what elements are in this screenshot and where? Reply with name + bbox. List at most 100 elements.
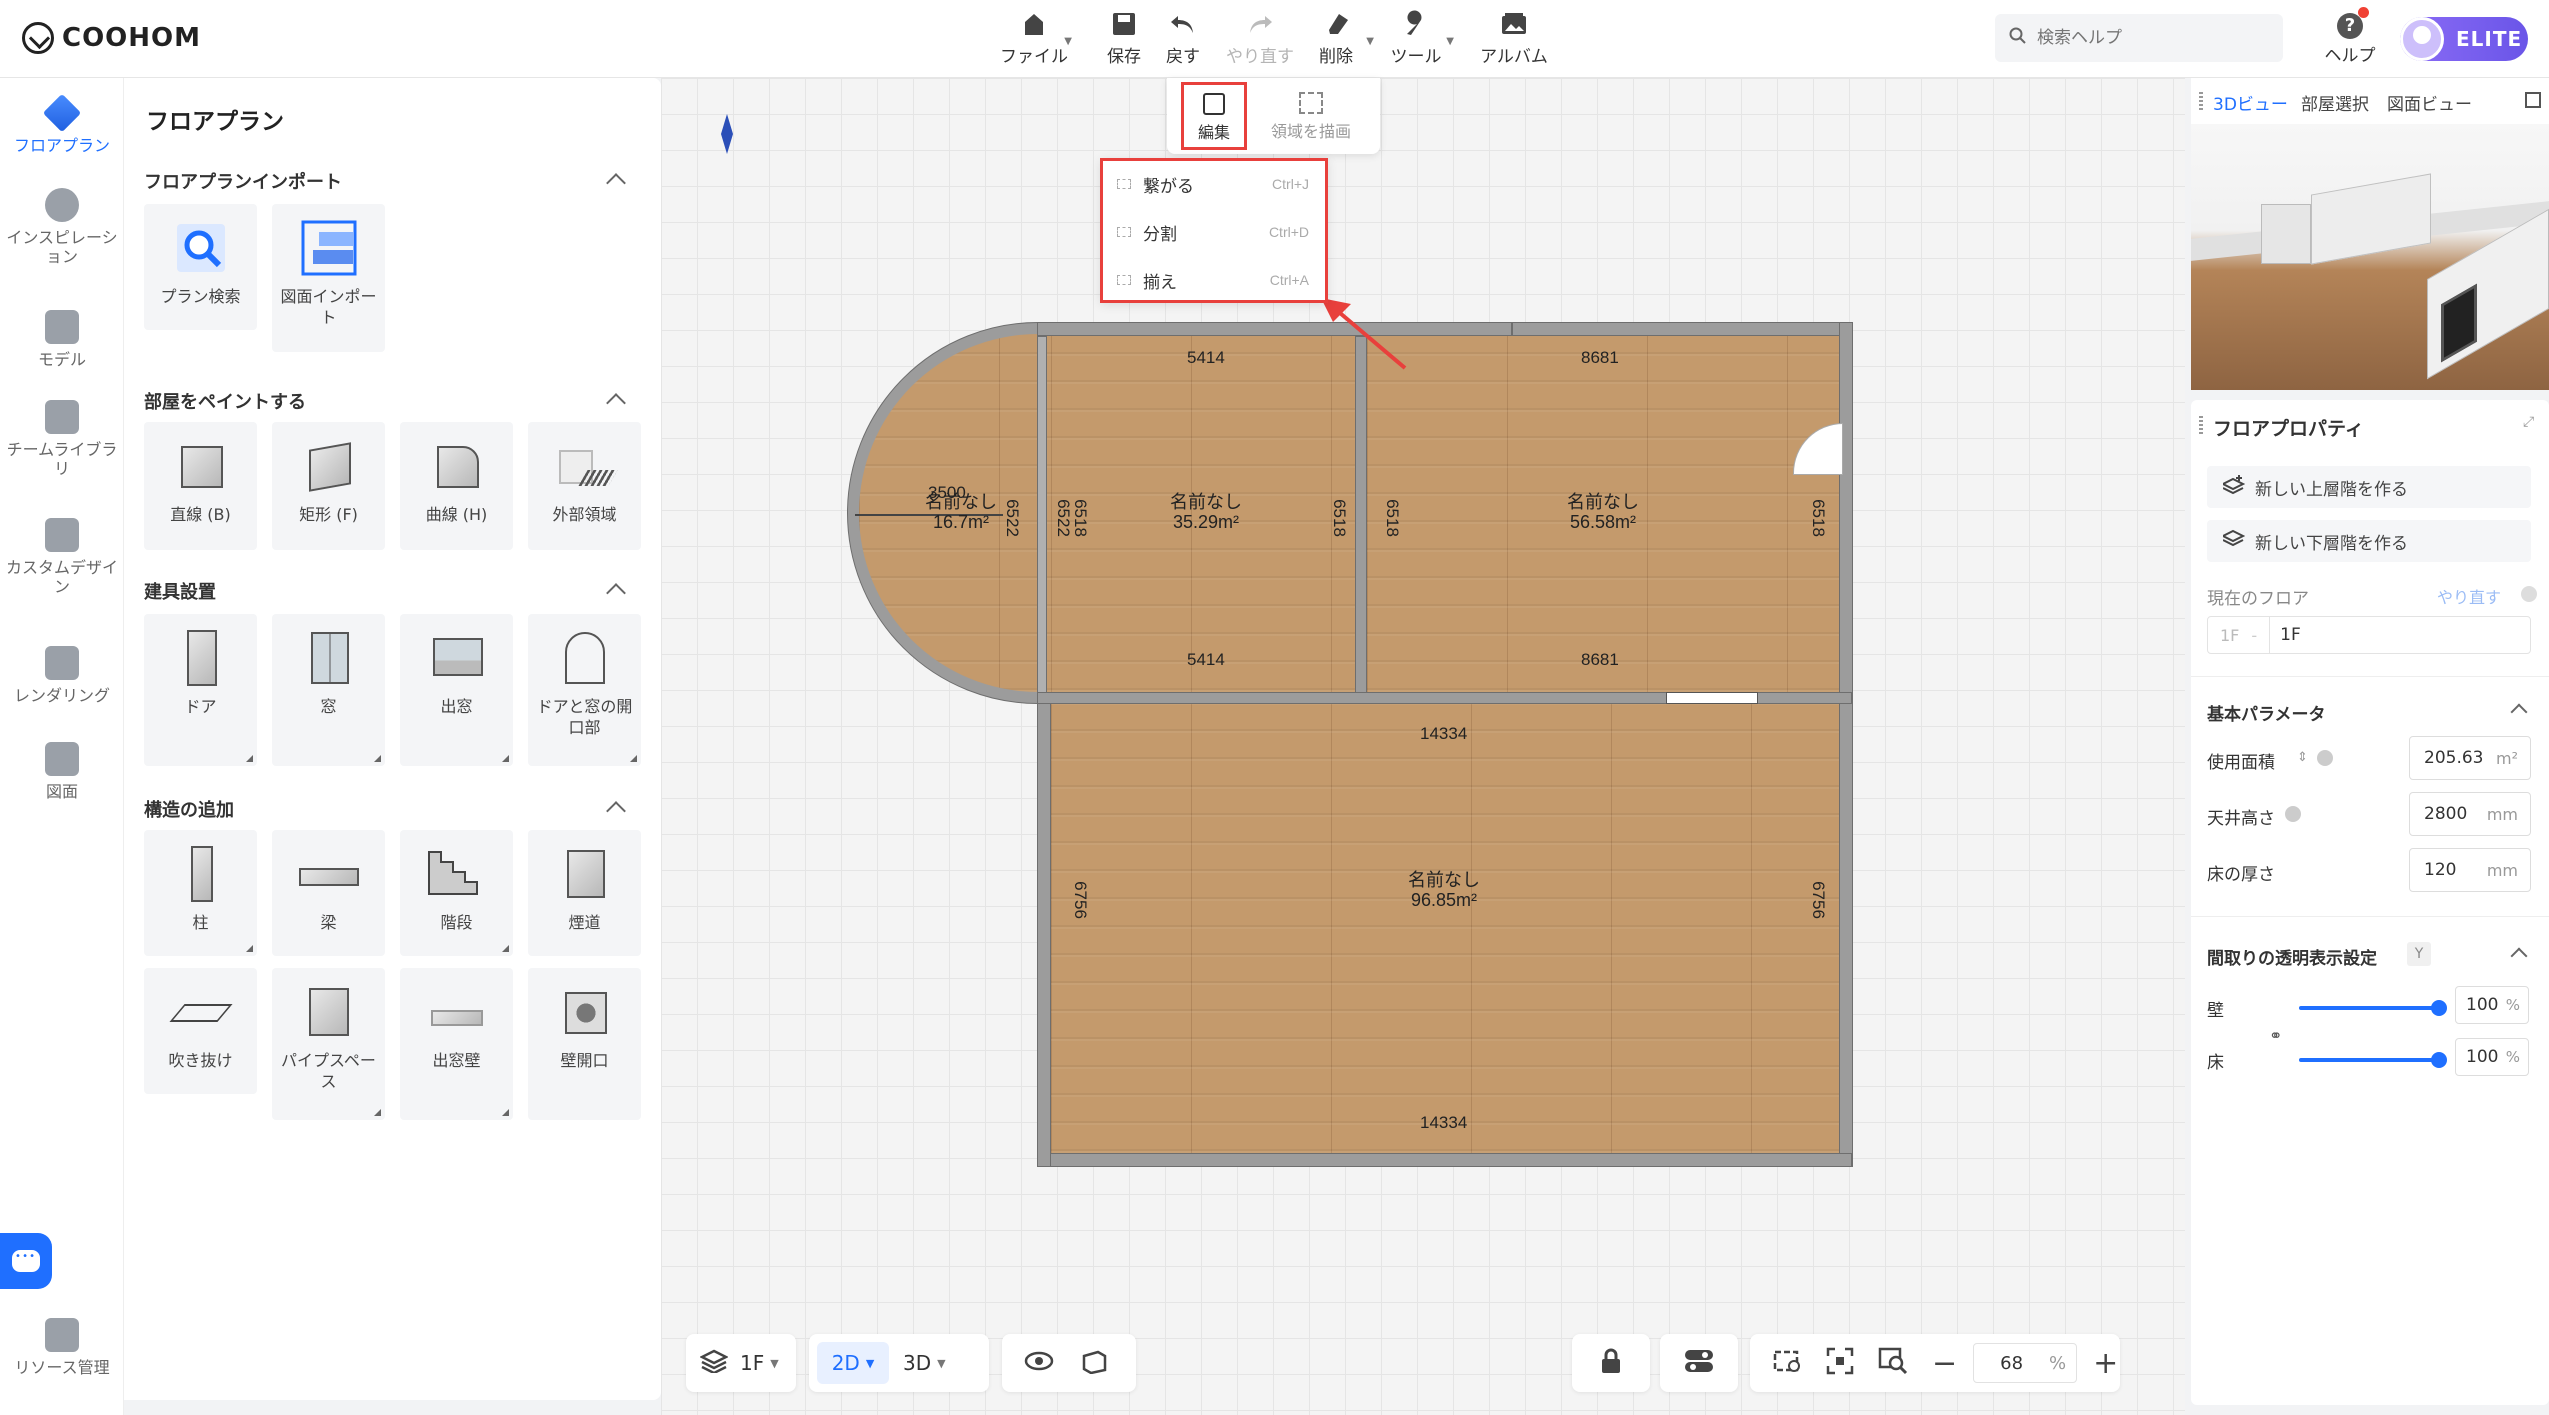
toggle-settings-button[interactable] — [1660, 1334, 1738, 1392]
lock-button[interactable] — [1572, 1334, 1650, 1392]
link-icon[interactable]: ⚭ — [2269, 1026, 2282, 1045]
rail-item-custom-design[interactable]: カスタムデザイン — [0, 518, 124, 596]
more-icon — [502, 755, 509, 762]
draw-area-button[interactable]: 領域を描画 — [1261, 84, 1361, 148]
floor-opacity-input[interactable]: 100% — [2455, 1038, 2529, 1076]
column-card[interactable]: 柱 — [144, 830, 257, 956]
3d-preview[interactable] — [2191, 124, 2549, 390]
dim-r2-left2: 6518 — [1070, 499, 1090, 537]
chat-button[interactable] — [0, 1233, 52, 1289]
menu-item-connect[interactable]: 繋がる Ctrl+J — [1103, 161, 1325, 207]
void-card[interactable]: 吹き抜け — [144, 968, 257, 1094]
menu-item-align[interactable]: 揃え Ctrl+A — [1103, 257, 1325, 303]
plan-search-card[interactable]: プラン検索 — [144, 204, 257, 330]
floor-selector[interactable]: 1F ▼ — [686, 1334, 796, 1392]
zoom-out-icon[interactable]: − — [1932, 1346, 1957, 1381]
popout-icon[interactable] — [2525, 92, 2541, 108]
rail-item-inspiration[interactable]: インスピレーション — [0, 188, 124, 266]
room-4[interactable] — [1051, 704, 1839, 1153]
floor-opacity-slider[interactable] — [2299, 1052, 2447, 1068]
wall-top-right[interactable] — [1512, 322, 1852, 336]
help-button[interactable]: ? ヘルプ — [2315, 7, 2385, 70]
wall-opacity-slider[interactable] — [2299, 1000, 2447, 1016]
delete-button[interactable]: 削除 ▼ — [1300, 8, 1374, 70]
dim-r3-top: 8681 — [1581, 348, 1619, 367]
redo-button[interactable]: やり直す — [1224, 8, 1296, 70]
logo-text: COOHOM — [62, 23, 202, 53]
flue-card[interactable]: 煙道 — [528, 830, 641, 956]
rail-item-model[interactable]: モデル — [0, 310, 124, 369]
paint-exterior-card[interactable]: 外部領域 — [528, 422, 641, 550]
rail-item-drawing[interactable]: 図面 — [0, 742, 124, 801]
dim-r2-bottom: 5414 — [1187, 650, 1225, 669]
rail-item-floorplan[interactable]: フロアプラン — [0, 93, 124, 155]
rail-item-rendering[interactable]: レンダリング — [0, 646, 124, 705]
ceiling-height-input[interactable]: 2800 mm — [2409, 792, 2531, 836]
bay-window-card[interactable]: 出窓 — [400, 614, 513, 766]
drag-handle-icon[interactable] — [2199, 416, 2203, 434]
window-opening[interactable] — [1666, 692, 1758, 704]
beam-card[interactable]: 梁 — [272, 830, 385, 956]
eye-icon[interactable] — [1024, 1350, 1054, 1376]
wall-opacity-input[interactable]: 100% — [2455, 986, 2529, 1024]
tab-room-select[interactable]: 部屋選択 — [2301, 90, 2369, 115]
tab-3d-view[interactable]: 3Dビュー — [2213, 90, 2288, 115]
floor-name-field[interactable]: 1F - 1F — [2207, 616, 2531, 654]
wall-divider-1[interactable] — [1037, 336, 1047, 702]
wall-left-lower[interactable] — [1037, 692, 1051, 1167]
expand-icon[interactable]: ⤢ — [2523, 414, 2534, 430]
account-badge[interactable]: ELITE — [2400, 17, 2528, 61]
focus-icon[interactable] — [1826, 1347, 1854, 1379]
search-input[interactable] — [2037, 28, 2257, 48]
sort-icon[interactable]: ⇕ — [2297, 750, 2308, 765]
redo-link[interactable]: やり直す — [2437, 584, 2501, 608]
new-upper-floor-button[interactable]: 新しい上層階を作る — [2207, 466, 2531, 508]
drag-handle-icon[interactable] — [2199, 92, 2203, 110]
bay-wall-card[interactable]: 出窓壁 — [400, 968, 513, 1120]
menu-item-split[interactable]: 分割 Ctrl+D — [1103, 209, 1325, 255]
right-panel: 3Dビュー 部屋選択 図面ビュー フロアプロパティ ⤢ 新しい上層階を作る 新し… — [2185, 78, 2549, 1415]
door-card[interactable]: ドア — [144, 614, 257, 766]
paint-line-card[interactable]: 直線 (B) — [144, 422, 257, 550]
zoom-area-icon[interactable] — [1878, 1347, 1908, 1379]
area-input[interactable]: 205.63 m² — [2409, 736, 2531, 780]
opening-card[interactable]: ドアと窓の開口部 — [528, 614, 641, 766]
floor-thickness-input[interactable]: 120 mm — [2409, 848, 2531, 892]
rail-item-resource[interactable]: リソース管理 — [0, 1318, 124, 1377]
chevron-up-icon[interactable] — [606, 393, 626, 413]
undo-button[interactable]: 戻す — [1147, 8, 1219, 70]
album-button[interactable]: アルバム — [1478, 8, 1550, 70]
pipe-space-card[interactable]: パイプスペース — [272, 968, 385, 1120]
floor-label: 床 — [2207, 1053, 2224, 1073]
wall-divider-2[interactable] — [1355, 336, 1367, 704]
chevron-up-icon[interactable] — [2510, 703, 2528, 721]
logo[interactable]: COOHOM — [22, 18, 201, 58]
chevron-up-icon[interactable] — [606, 583, 626, 603]
chevron-up-icon[interactable] — [606, 801, 626, 821]
drawing-import-card[interactable]: 図面インポート — [272, 204, 385, 352]
wall-opening-card[interactable]: 壁開口 — [528, 968, 641, 1120]
floorplan-canvas[interactable]: 3500 6522 6522 6518 6518 5414 5414 6518 … — [661, 78, 2185, 1415]
chevron-up-icon[interactable] — [606, 173, 626, 193]
paint-curve-card[interactable]: 曲線 (H) — [400, 422, 513, 550]
search-box[interactable] — [1995, 14, 2283, 62]
fit-view-icon[interactable] — [1772, 1348, 1802, 1378]
wall-bottom[interactable] — [1037, 1153, 1852, 1167]
rail-item-team-library[interactable]: チームライブラリ — [0, 400, 124, 478]
tools-button[interactable]: ツール ▼ — [1380, 8, 1454, 70]
chevron-up-icon[interactable] — [2510, 947, 2528, 965]
file-button[interactable]: ファイル ▼ — [998, 8, 1072, 70]
zoom-in-icon[interactable]: + — [2093, 1346, 2118, 1381]
edit-button[interactable]: 編集 — [1181, 82, 1247, 150]
zoom-input[interactable]: 68% — [1973, 1343, 2078, 1383]
window-card[interactable]: 窓 — [272, 614, 385, 766]
mode-2d-button[interactable]: 2D ▼ — [817, 1342, 889, 1384]
new-lower-floor-button[interactable]: 新しい下層階を作る — [2207, 520, 2531, 562]
paint-rect-card[interactable]: 矩形 (F) — [272, 422, 385, 550]
mode-3d-button[interactable]: 3D ▼ — [903, 1351, 946, 1375]
wall-top-left[interactable] — [1037, 322, 1512, 336]
tab-drawing-view[interactable]: 図面ビュー — [2387, 90, 2472, 115]
stairs-card[interactable]: 階段 — [400, 830, 513, 956]
compass-icon[interactable] — [721, 114, 733, 154]
box-view-icon[interactable] — [1080, 1348, 1108, 1378]
